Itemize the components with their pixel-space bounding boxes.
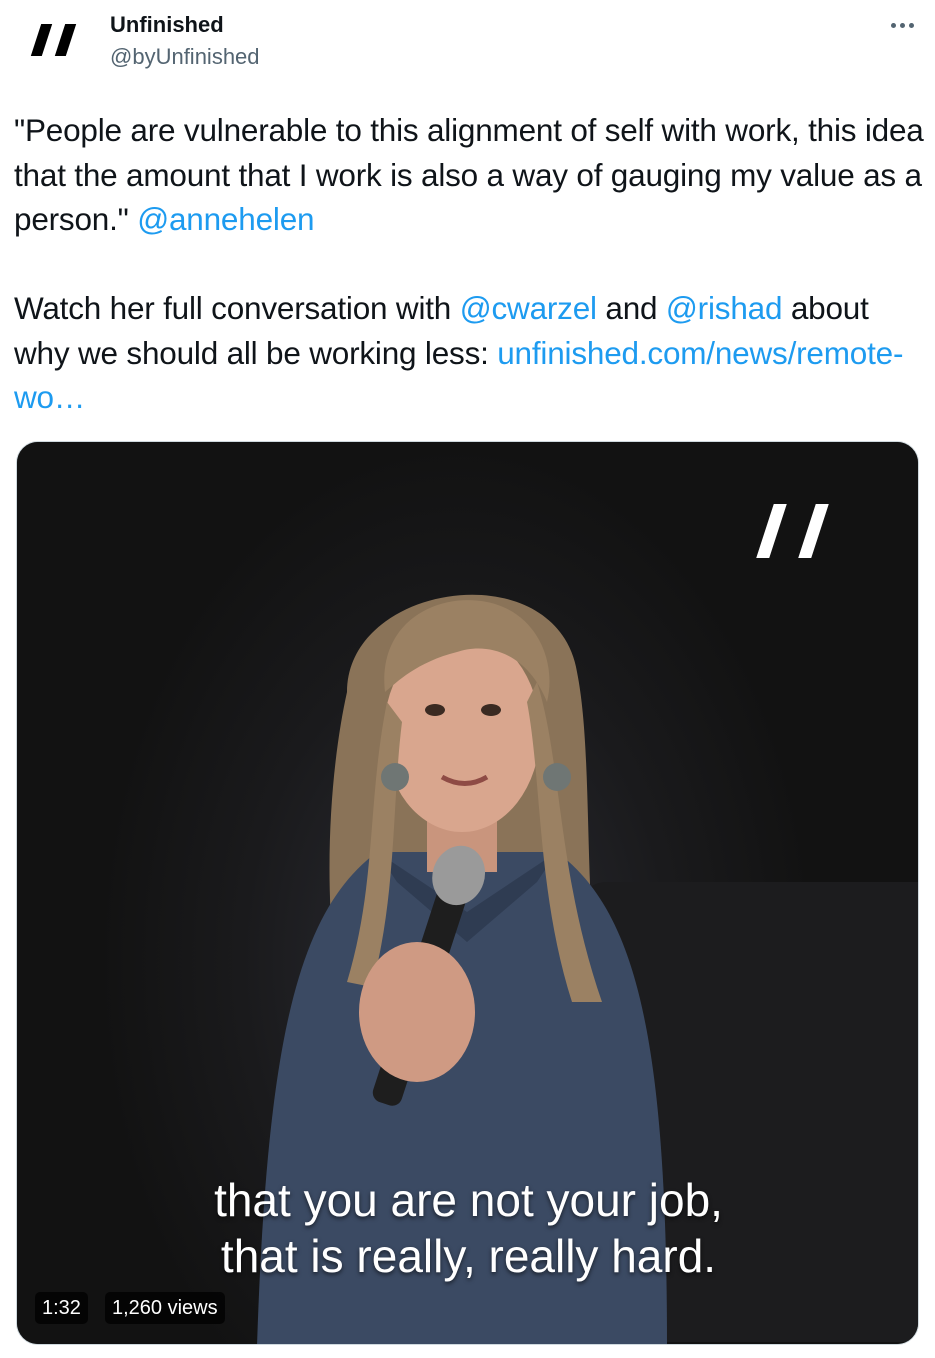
author-handle[interactable]: @byUnfinished (110, 43, 260, 71)
unfinished-logo-icon (30, 24, 53, 56)
unfinished-watermark-icon (756, 504, 847, 562)
video-caption: that you are not your job, that is reall… (17, 1172, 918, 1284)
body-text: and (596, 290, 666, 326)
tweet-paragraph-1: "People are vulnerable to this alignment… (14, 108, 924, 242)
video-duration-badge: 1:32 (35, 1292, 88, 1324)
mention-cwarzel[interactable]: @cwarzel (460, 290, 597, 326)
author-name[interactable]: Unfinished (110, 11, 224, 39)
mention-annehelen[interactable]: @annehelen (137, 201, 314, 237)
view-count-badge: 1,260 views (105, 1292, 225, 1324)
caption-line: that you are not your job, (214, 1174, 723, 1226)
tweet-paragraph-2: Watch her full conversation with @cwarze… (14, 286, 924, 420)
mention-rishad[interactable]: @rishad (666, 290, 783, 326)
avatar[interactable] (14, 16, 98, 80)
tweet: Unfinished @byUnfinished "People are vul… (0, 0, 935, 1358)
tweet-text: "People are vulnerable to this alignment… (14, 108, 924, 420)
more-options-icon[interactable] (884, 10, 920, 40)
body-text: Watch her full conversation with (14, 290, 460, 326)
caption-line: that is really, really hard. (220, 1230, 717, 1282)
video-player[interactable]: that you are not your job, that is reall… (16, 441, 919, 1345)
